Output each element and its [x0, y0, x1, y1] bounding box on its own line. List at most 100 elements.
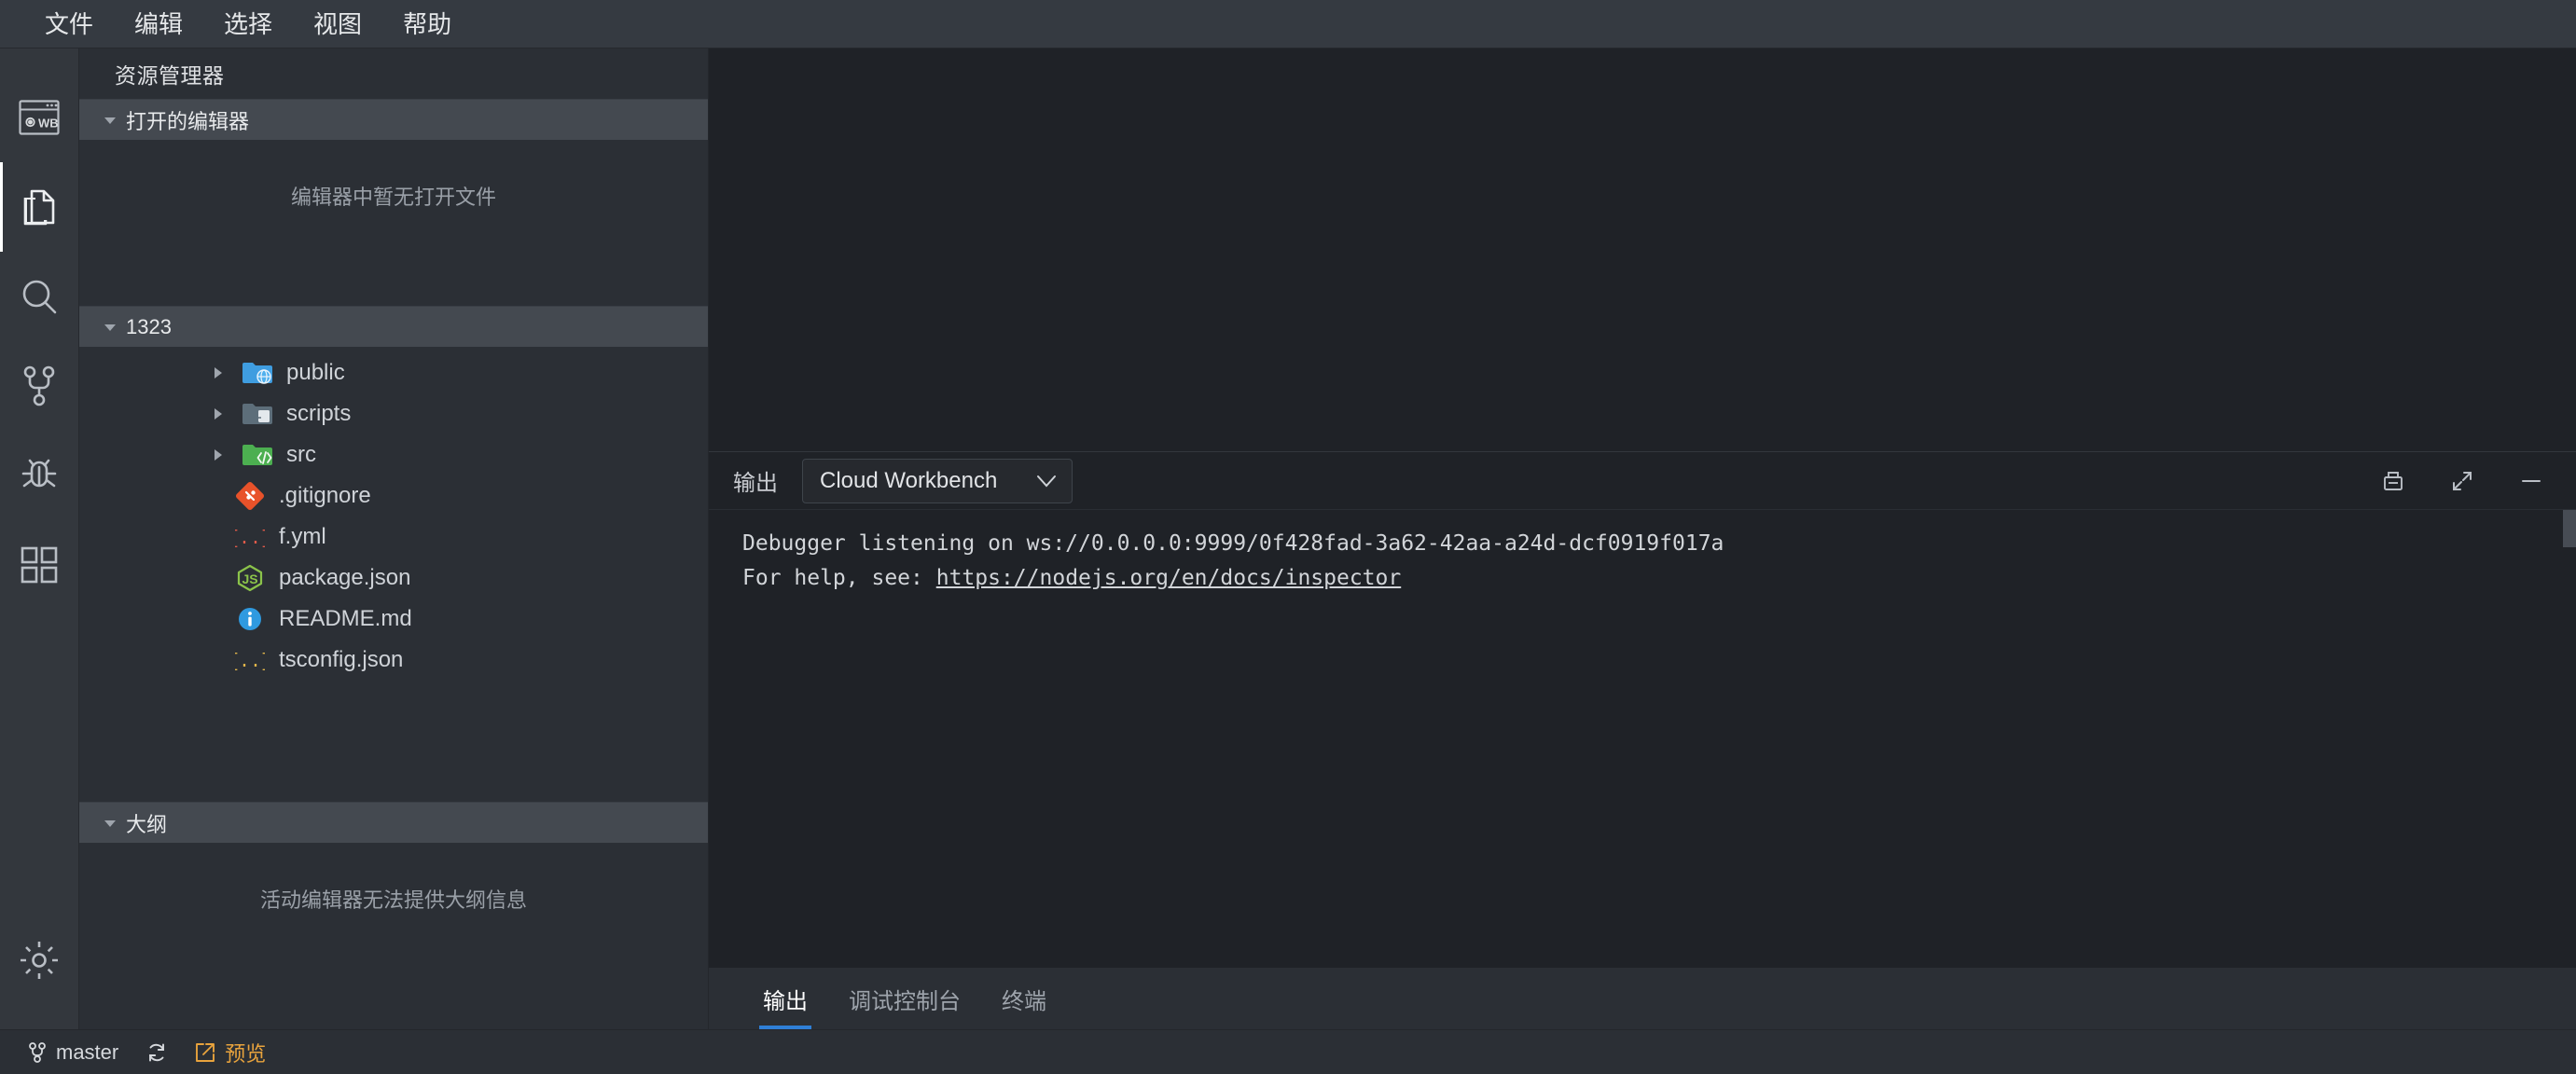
menu-bar: 文件 编辑 选择 视图 帮助 — [0, 0, 2576, 48]
debug-bug-icon — [18, 454, 61, 497]
search-icon — [19, 276, 60, 317]
chevron-right-icon[interactable] — [208, 404, 229, 424]
status-bar: master 预览 — [0, 1029, 2576, 1074]
tree-row[interactable]: {..} tsconfig.json — [79, 640, 708, 681]
log-line-prefix: For help, see: — [742, 566, 936, 590]
activity-workbench[interactable]: WB — [0, 73, 79, 162]
tree-item-label: README.md — [279, 606, 412, 631]
file-tree: public scripts src .gitignore .. f.yml J… — [79, 347, 708, 802]
tree-row[interactable]: .gitignore — [79, 475, 708, 516]
svg-text:JS: JS — [242, 571, 257, 586]
log-line: For help, see: https://nodejs.org/en/doc… — [742, 561, 2576, 596]
tree-row[interactable]: {..} f.yml — [79, 516, 708, 558]
section-open-editors-label: 打开的编辑器 — [126, 109, 250, 133]
activity-extensions[interactable] — [0, 520, 79, 610]
git-icon — [234, 480, 266, 512]
menu-edit[interactable]: 编辑 — [114, 5, 203, 44]
output-channel-value: Cloud Workbench — [820, 467, 998, 493]
panel-tab-debug-console[interactable]: 调试控制台 — [828, 968, 981, 1029]
tree-item-label: f.yml — [279, 524, 326, 549]
tree-item-label: scripts — [286, 401, 352, 426]
chevron-right-icon[interactable] — [208, 445, 229, 465]
activity-bar: WB — [0, 48, 79, 1029]
info-circle-icon — [234, 603, 266, 635]
empty-editor-area — [709, 48, 2576, 451]
panel-tab-output[interactable]: 输出 — [742, 968, 828, 1029]
svg-text:{..}: {..} — [235, 529, 265, 550]
bottom-panel: 输出 Cloud Workbench Debugger listening on… — [709, 451, 2576, 1029]
activity-explorer[interactable] — [0, 162, 79, 252]
chevron-down-icon — [98, 108, 122, 132]
tree-item-label: tsconfig.json — [279, 647, 404, 672]
panel-toolbar: 输出 Cloud Workbench — [709, 452, 2576, 510]
output-console[interactable]: Debugger listening on ws://0.0.0.0:9999/… — [709, 510, 2576, 968]
section-project-label: 1323 — [126, 314, 172, 338]
outline-body: 活动编辑器无法提供大纲信息 — [79, 843, 708, 1029]
section-outline-label: 大纲 — [126, 812, 168, 836]
section-outline-header[interactable]: 大纲 — [79, 802, 708, 843]
tree-row[interactable]: JS package.json — [79, 558, 708, 599]
tree-item-label: package.json — [279, 565, 411, 590]
tree-row[interactable]: README.md — [79, 599, 708, 640]
activity-search[interactable] — [0, 252, 79, 341]
activity-bar-bottom-group — [0, 916, 79, 1029]
chevron-down-icon — [1036, 475, 1057, 488]
status-branch[interactable]: master — [17, 1030, 130, 1074]
panel-output-label: 输出 — [733, 471, 778, 496]
tree-item-label: src — [286, 442, 316, 467]
sidebar-resize-handle[interactable] — [704, 48, 708, 1029]
files-explorer-icon — [20, 186, 59, 228]
log-line: Debugger listening on ws://0.0.0.0:9999/… — [742, 531, 1724, 556]
output-channel-select[interactable]: Cloud Workbench — [802, 458, 1073, 503]
section-open-editors-header[interactable]: 打开的编辑器 — [79, 99, 708, 140]
folder-src-code-icon — [242, 439, 273, 471]
nodejs-icon: JS — [234, 562, 266, 594]
sidebar-title: 资源管理器 — [115, 63, 225, 88]
sync-icon — [146, 1042, 167, 1063]
maximize-panel-button[interactable] — [2442, 461, 2483, 502]
chevron-down-icon — [98, 315, 122, 339]
sidebar: 资源管理器 打开的编辑器 编辑器中暂无打开文件 1323 public scri… — [79, 48, 709, 1029]
tree-row[interactable]: scripts — [79, 393, 708, 434]
chevron-right-icon[interactable] — [208, 363, 229, 383]
menu-view[interactable]: 视图 — [293, 5, 382, 44]
menu-selection[interactable]: 选择 — [203, 5, 293, 44]
tree-row[interactable]: public — [79, 352, 708, 393]
main-area: 输出 Cloud Workbench Debugger listening on… — [709, 48, 2576, 1029]
panel-tab-terminal[interactable]: 终端 — [981, 968, 1067, 1029]
activity-run-debug[interactable] — [0, 431, 79, 520]
preview-window-icon — [195, 1042, 215, 1063]
json-braces-icon: {..} — [234, 644, 266, 676]
open-editors-body: 编辑器中暂无打开文件 — [79, 140, 708, 306]
status-preview[interactable]: 预览 — [184, 1030, 277, 1074]
close-panel-button[interactable] — [2511, 461, 2552, 502]
svg-text:{..}: {..} — [235, 652, 265, 673]
source-control-icon — [20, 365, 59, 407]
ide-window: 文件 编辑 选择 视图 帮助 WB 资源管理器 打开的编辑器 编辑器中暂无打开文… — [0, 0, 2576, 1074]
status-branch-label: master — [56, 1040, 119, 1064]
output-scrollbar[interactable] — [2563, 510, 2576, 547]
yaml-braces-icon: {..} — [234, 521, 266, 553]
tree-row[interactable]: src — [79, 434, 708, 475]
chevron-down-icon — [98, 811, 122, 835]
folder-scripts-icon — [242, 398, 273, 430]
activity-settings[interactable] — [0, 916, 79, 1005]
activity-source-control[interactable] — [0, 341, 79, 431]
svg-text:WB: WB — [38, 117, 59, 131]
panel-tab-bar: 输出 调试控制台 终端 — [709, 968, 2576, 1029]
section-project-header[interactable]: 1323 — [79, 306, 708, 347]
panel-action-group — [2373, 461, 2552, 502]
menu-help[interactable]: 帮助 — [382, 5, 472, 44]
nodejs-inspector-link[interactable]: https://nodejs.org/en/docs/inspector — [936, 566, 1402, 590]
workbench-wb-icon: WB — [19, 100, 60, 135]
clear-output-button[interactable] — [2373, 461, 2414, 502]
folder-public-globe-icon — [242, 357, 273, 389]
activity-bar-top-group: WB — [0, 48, 79, 610]
tree-item-label: .gitignore — [279, 483, 371, 508]
outline-empty-message: 活动编辑器无法提供大纲信息 — [259, 888, 527, 912]
tree-item-label: public — [286, 360, 345, 385]
extensions-icon — [19, 544, 60, 585]
menu-file[interactable]: 文件 — [24, 5, 114, 44]
status-sync[interactable] — [135, 1030, 178, 1074]
source-control-branch-icon — [28, 1041, 47, 1064]
